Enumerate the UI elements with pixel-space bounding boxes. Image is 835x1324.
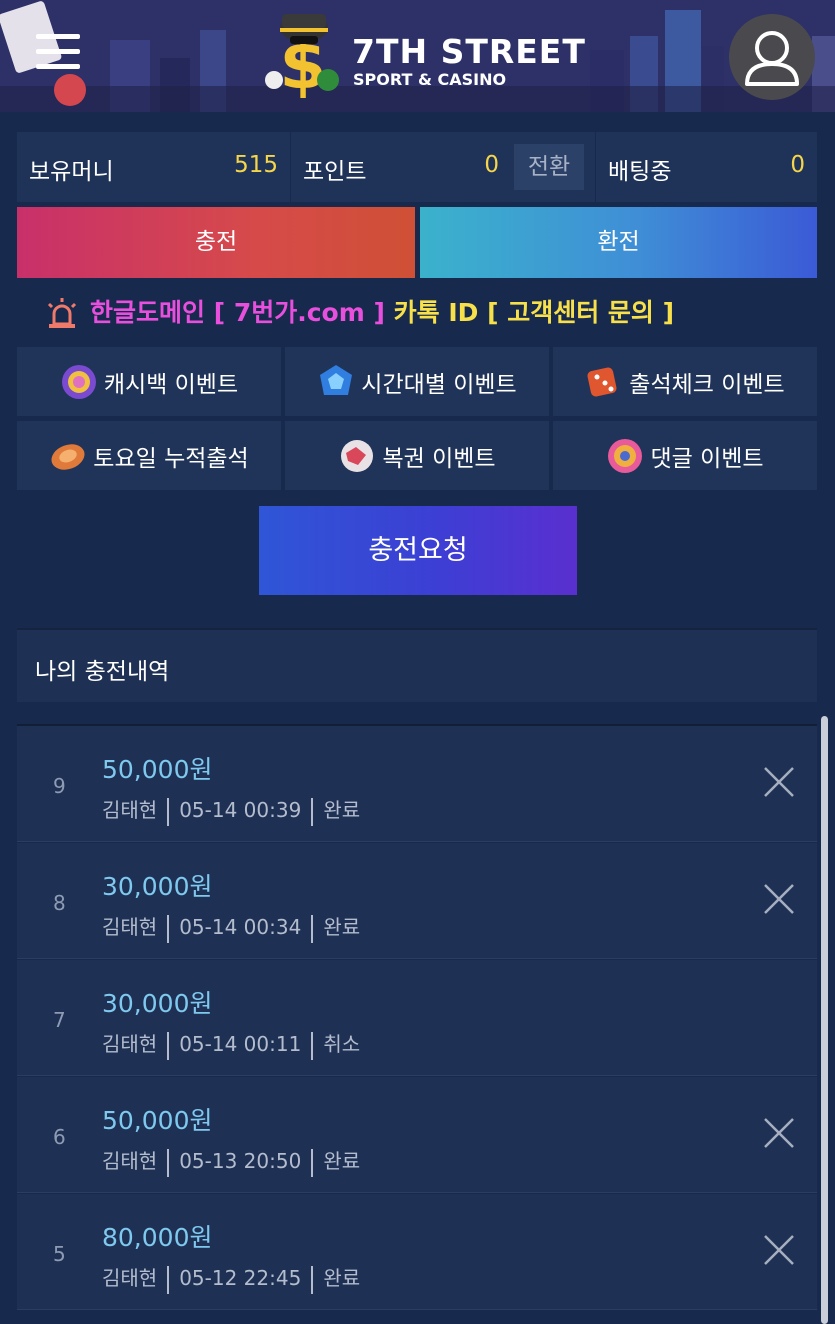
close-icon[interactable] [763, 766, 795, 798]
notice-kakao: 카톡 ID [ 고객센터 문의 ] [393, 298, 675, 327]
row-number: 7 [53, 1008, 66, 1032]
event-label: 복권 이벤트 [382, 445, 496, 472]
row-datetime: 05-13 20:50 [179, 1149, 302, 1173]
brand-logo[interactable]: $ 7TH STREET SPORT & CASINO [262, 8, 585, 100]
row-datetime: 05-14 00:34 [179, 915, 302, 939]
alarm-icon [47, 298, 77, 328]
event-comment[interactable]: 댓글 이벤트 [553, 421, 817, 490]
deposit-request-button[interactable]: 충전요청 [259, 506, 577, 595]
row-status: 완료 [323, 915, 361, 939]
divider [311, 914, 314, 943]
row-number: 5 [53, 1242, 66, 1266]
header: $ 7TH STREET SPORT & CASINO [0, 0, 835, 112]
row-amount: 50,000원 [102, 755, 213, 784]
table-row: 5 80,000원 김태현 05-12 22:45 완료 [17, 1194, 817, 1310]
event-saturday[interactable]: 토요일 누적출석 [17, 421, 281, 490]
history-list: 9 50,000원 김태현 05-14 00:39 완료 8 30,000원 김태현… [17, 724, 817, 1324]
dice-icon [587, 367, 617, 396]
event-timeslot[interactable]: 시간대별 이벤트 [285, 347, 549, 416]
row-status: 완료 [323, 798, 361, 822]
point-label: 포인트 [303, 159, 367, 185]
event-label: 시간대별 이벤트 [361, 371, 517, 398]
row-meta: 김태현 05-13 20:50 완료 [102, 1145, 360, 1177]
table-row: 9 50,000원 김태현 05-14 00:39 완료 [17, 726, 817, 842]
lottery-ball-icon [341, 439, 374, 472]
row-amount: 30,000원 [102, 989, 213, 1018]
event-label: 댓글 이벤트 [650, 445, 764, 472]
row-meta: 김태현 05-14 00:34 완료 [102, 911, 360, 943]
event-label: 토요일 누적출석 [93, 445, 249, 472]
divider [311, 797, 314, 826]
row-status: 취소 [323, 1032, 361, 1056]
divider [311, 1265, 314, 1294]
events-grid: 캐시백 이벤트 시간대별 이벤트 출석체크 이벤트 토요일 누적출석 복권 이벤… [17, 347, 817, 491]
history-header: 나의 충전내역 [17, 628, 817, 702]
dollar-mascot-icon: $ [265, 14, 339, 100]
profile-button[interactable] [729, 14, 815, 100]
row-meta: 김태현 05-14 00:11 취소 [102, 1028, 360, 1060]
event-label: 출석체크 이벤트 [629, 371, 785, 398]
cashback-coin-icon [61, 364, 96, 399]
divider [167, 914, 170, 943]
point-value: 0 [484, 152, 499, 178]
history-title: 나의 충전내역 [35, 659, 170, 685]
divider [311, 1148, 314, 1177]
user-icon [745, 31, 799, 86]
event-attendance[interactable]: 출석체크 이벤트 [553, 347, 817, 416]
row-amount: 80,000원 [102, 1223, 213, 1252]
row-number: 8 [53, 891, 66, 915]
row-name: 김태현 [102, 798, 158, 822]
row-datetime: 05-14 00:39 [179, 798, 302, 822]
money-value: 515 [234, 152, 278, 178]
betting-label: 배팅중 [608, 159, 672, 185]
event-lottery[interactable]: 복권 이벤트 [285, 421, 549, 490]
row-amount: 30,000원 [102, 872, 213, 901]
menu-button[interactable] [36, 34, 82, 72]
divider [167, 1031, 170, 1060]
divider [167, 797, 170, 826]
money-label: 보유머니 [29, 159, 114, 185]
withdraw-button[interactable]: 환전 [420, 207, 817, 278]
event-label: 캐시백 이벤트 [103, 371, 239, 398]
row-name: 김태현 [102, 1032, 158, 1056]
notice-domain: 한글도메인 [ 7번가.com ] [90, 298, 385, 327]
chip-icon [51, 443, 85, 470]
row-name: 김태현 [102, 915, 158, 939]
divider [311, 1031, 314, 1060]
row-name: 김태현 [102, 1149, 158, 1173]
row-number: 6 [53, 1125, 66, 1149]
gem-icon [320, 364, 353, 395]
donut-coin-icon [608, 438, 643, 473]
notice-banner: 한글도메인 [ 7번가.com ] 카톡 ID [ 고객센터 문의 ] [44, 292, 674, 334]
table-row: 6 50,000원 김태현 05-13 20:50 완료 [17, 1077, 817, 1193]
row-amount: 50,000원 [102, 1106, 213, 1135]
table-row: 7 30,000원 김태현 05-14 00:11 취소 [17, 960, 817, 1076]
row-name: 김태현 [102, 1266, 158, 1290]
table-row: 8 30,000원 김태현 05-14 00:34 완료 [17, 843, 817, 959]
row-datetime: 05-12 22:45 [179, 1266, 302, 1290]
scrollbar[interactable] [821, 716, 828, 1324]
row-meta: 김태현 05-14 00:39 완료 [102, 794, 360, 826]
divider [167, 1265, 170, 1294]
row-status: 완료 [323, 1149, 361, 1173]
brand-subtitle: SPORT & CASINO [353, 70, 507, 89]
row-datetime: 05-14 00:11 [179, 1032, 302, 1056]
divider [167, 1148, 170, 1177]
money-cell: 보유머니 515 [17, 132, 291, 202]
close-icon[interactable] [763, 1117, 795, 1149]
row-meta: 김태현 05-12 22:45 완료 [102, 1262, 360, 1294]
betting-cell: 배팅중 0 [596, 132, 817, 202]
close-icon[interactable] [763, 883, 795, 915]
row-number: 9 [53, 774, 66, 798]
close-icon[interactable] [763, 1234, 795, 1266]
deposit-button[interactable]: 충전 [17, 207, 415, 278]
brand-title: 7TH STREET [352, 32, 586, 71]
point-convert-button[interactable]: 전환 [514, 144, 584, 190]
balance-bar: 보유머니 515 포인트 0 배팅중 0 [17, 132, 817, 202]
betting-value: 0 [790, 152, 805, 178]
row-status: 완료 [323, 1266, 361, 1290]
event-cashback[interactable]: 캐시백 이벤트 [17, 347, 281, 416]
